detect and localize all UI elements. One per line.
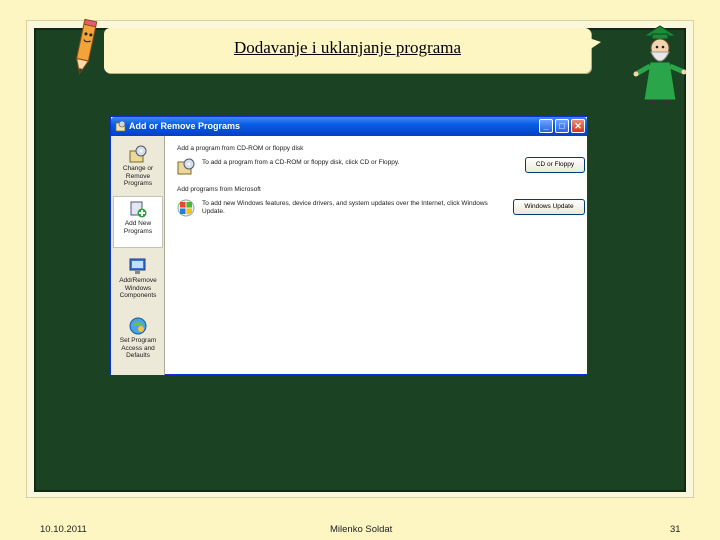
- sidebar-item-change-remove[interactable]: Change or Remove Programs: [113, 142, 163, 194]
- maximize-button[interactable]: □: [555, 119, 569, 133]
- window-title: Add or Remove Programs: [129, 121, 241, 131]
- sidebar: Change or Remove Programs Add New Progra…: [111, 136, 165, 375]
- program-access-icon: [129, 317, 147, 335]
- minimize-button[interactable]: _: [539, 119, 553, 133]
- window-titlebar[interactable]: Add or Remove Programs _ □ ✕: [111, 117, 587, 136]
- add-programs-icon: [130, 201, 147, 218]
- graduate-wizard-cartoon-icon: [633, 25, 687, 104]
- sidebar-item-label: Add/Remove Windows Components: [119, 277, 157, 299]
- windows-update-icon: [177, 199, 195, 217]
- windows-components-icon: [129, 258, 146, 274]
- cd-or-floppy-button[interactable]: CD or Floppy: [525, 157, 585, 173]
- ms-section-heading: Add programs from Microsoft: [177, 186, 261, 193]
- cd-install-icon: [177, 158, 195, 175]
- windows-update-button[interactable]: Windows Update: [513, 199, 585, 215]
- sidebar-item-label: Change or Remove Programs: [122, 165, 154, 187]
- footer-author: Milenko Soldat: [330, 524, 393, 535]
- sidebar-item-windows-components[interactable]: Add/Remove Windows Components: [113, 254, 163, 306]
- cd-section-heading: Add a program from CD-ROM or floppy disk: [177, 145, 304, 152]
- slide-title: Dodavanje i uklanjanje programa: [233, 38, 462, 57]
- sidebar-item-label: Add New Programs: [123, 220, 153, 235]
- close-button[interactable]: ✕: [571, 119, 585, 133]
- cd-box-icon: [129, 145, 147, 163]
- add-remove-programs-window: Add or Remove Programs _ □ ✕ Change or R…: [110, 116, 588, 375]
- pencil-cartoon-icon: [75, 18, 98, 75]
- footer-date: 10.10.2011: [40, 524, 87, 535]
- sidebar-item-add-new[interactable]: Add New Programs: [113, 196, 163, 248]
- cd-section-description: To add a program from a CD-ROM or floppy…: [202, 159, 400, 166]
- title-card: Dodavanje i uklanjanje programa: [104, 28, 601, 73]
- footer-page-number: 31: [670, 524, 681, 535]
- sidebar-item-program-access[interactable]: Set Program Access and Defaults: [113, 314, 163, 366]
- ms-section-description: To add new Windows features, device driv…: [202, 200, 488, 215]
- add-remove-programs-icon: [115, 120, 126, 132]
- content-pane: Add a program from CD-ROM or floppy disk…: [166, 136, 587, 374]
- sidebar-item-label: Set Program Access and Defaults: [119, 337, 157, 359]
